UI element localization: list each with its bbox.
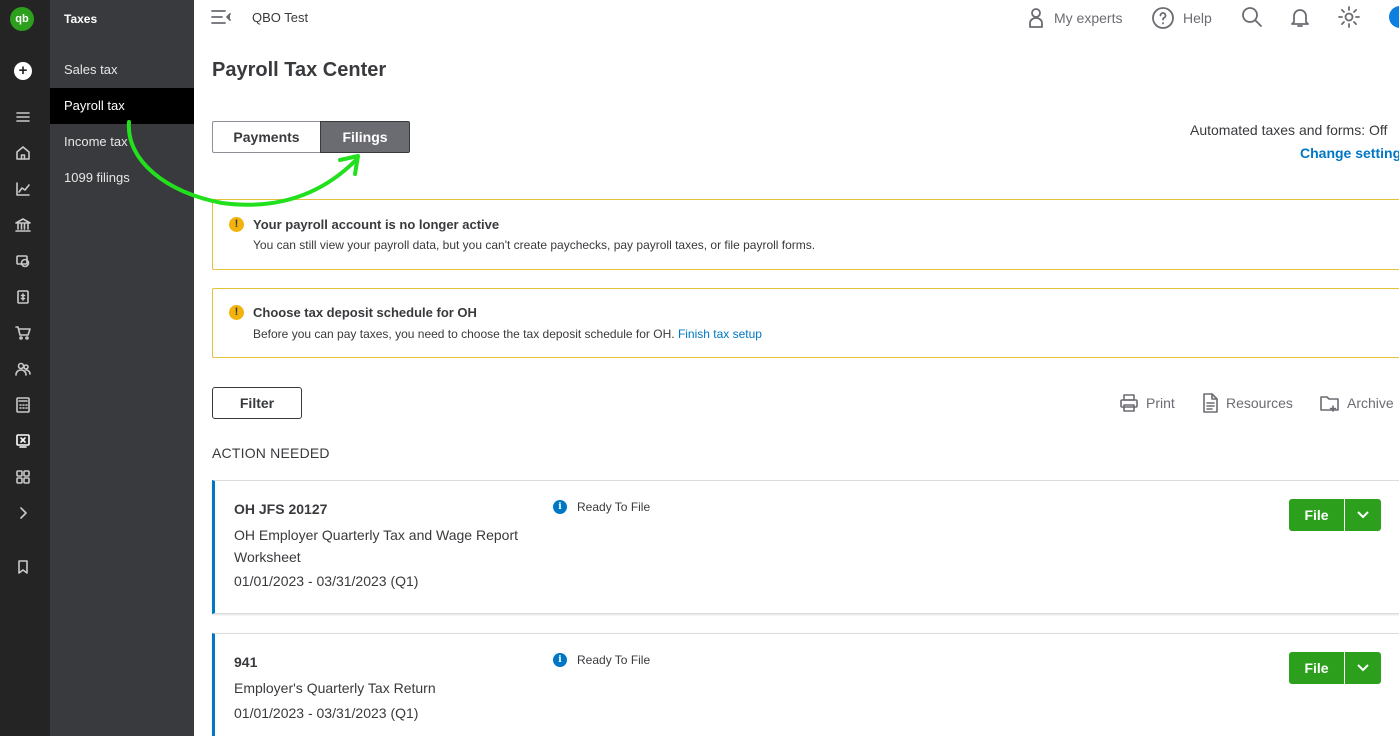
search-icon[interactable] [1240, 5, 1264, 34]
bank-icon[interactable] [13, 215, 33, 235]
people-icon[interactable] [13, 359, 33, 379]
filing-period: 01/01/2023 - 03/31/2023 (Q1) [234, 573, 419, 589]
filing-status-label: Ready To File [577, 500, 651, 514]
filing-name: OH Employer Quarterly Tax and Wage Repor… [234, 527, 519, 565]
chevron-down-icon [1357, 511, 1369, 519]
help-label: Help [1183, 10, 1212, 26]
filing-name: Employer's Quarterly Tax Return [234, 680, 436, 696]
file-button-group: File [1289, 652, 1381, 684]
subnav-item-sales-tax[interactable]: Sales tax [50, 52, 194, 88]
file-button[interactable]: File [1289, 652, 1344, 684]
collapse-menu-icon[interactable] [210, 8, 232, 31]
printer-icon [1120, 394, 1138, 412]
taxes-icon[interactable] [13, 431, 33, 451]
info-icon: i [553, 500, 567, 514]
menu-icon[interactable] [13, 107, 33, 127]
alert-body: Before you can pay taxes, you need to ch… [253, 327, 762, 341]
alert-inactive-account: ! Your payroll account is no longer acti… [212, 199, 1399, 270]
tab-group: Payments Filings [212, 121, 410, 153]
filing-code: OH JFS 20127 [234, 501, 328, 517]
help-icon [1152, 7, 1174, 29]
section-heading: ACTION NEEDED [212, 445, 330, 461]
warning-icon: ! [229, 305, 244, 320]
chevron-down-icon [1357, 664, 1369, 672]
change-setting-link[interactable]: Change setting [1300, 145, 1399, 161]
filing-card: 941 Employer's Quarterly Tax Return 01/0… [212, 633, 1399, 736]
subnav-item-1099-filings[interactable]: 1099 filings [50, 160, 194, 196]
expenses-icon[interactable] [13, 251, 33, 271]
page-title: Payroll Tax Center [212, 59, 387, 81]
filing-card: OH JFS 20127 OH Employer Quarterly Tax a… [212, 480, 1399, 614]
file-options-dropdown[interactable] [1344, 652, 1381, 684]
chevron-right-icon[interactable] [13, 503, 33, 523]
alert-deposit-schedule: ! Choose tax deposit schedule for OH Bef… [212, 288, 1399, 358]
tab-payments[interactable]: Payments [212, 121, 320, 153]
my-experts-link[interactable]: My experts [1026, 6, 1122, 30]
new-button[interactable]: + [14, 62, 32, 80]
archive-button[interactable]: Archive [1319, 392, 1394, 414]
document-icon [1203, 393, 1218, 413]
resources-label: Resources [1226, 395, 1293, 411]
filter-button[interactable]: Filter [212, 387, 302, 419]
annotation-arrow [126, 120, 360, 207]
chart-icon[interactable] [13, 179, 33, 199]
filing-status: i Ready To File [553, 653, 650, 667]
sales-icon[interactable] [13, 287, 33, 307]
bell-icon[interactable] [1288, 5, 1312, 34]
archive-label: Archive [1347, 395, 1394, 411]
bookmark-icon[interactable] [13, 557, 33, 577]
resources-button[interactable]: Resources [1200, 392, 1293, 414]
alert-heading: Choose tax deposit schedule for OH [253, 305, 477, 320]
calculator-icon[interactable] [13, 395, 33, 415]
apps-icon[interactable] [13, 467, 33, 487]
taxes-subnav: Taxes Sales tax Payroll tax Income tax 1… [50, 0, 194, 736]
folder-icon [1320, 396, 1339, 412]
print-label: Print [1146, 395, 1175, 411]
file-button-group: File [1289, 499, 1381, 531]
left-icon-rail: qb + [0, 0, 50, 736]
cart-icon[interactable] [13, 323, 33, 343]
quickbooks-logo-icon[interactable]: qb [10, 7, 34, 31]
info-icon: i [553, 653, 567, 667]
company-name: QBO Test [252, 10, 309, 25]
print-button[interactable]: Print [1118, 392, 1175, 414]
filing-status: i Ready To File [553, 500, 650, 514]
automated-taxes-status: Automated taxes and forms: Off [1190, 122, 1388, 138]
top-bar: QBO Test My experts Help [194, 0, 1399, 36]
help-link[interactable]: Help [1151, 6, 1212, 30]
file-options-dropdown[interactable] [1344, 499, 1381, 531]
filing-period: 01/01/2023 - 03/31/2023 (Q1) [234, 705, 419, 721]
subnav-item-income-tax[interactable]: Income tax [50, 124, 194, 160]
finish-tax-setup-link[interactable]: Finish tax setup [678, 327, 762, 341]
tab-filings[interactable]: Filings [320, 121, 410, 153]
alert-heading: Your payroll account is no longer active [253, 217, 500, 232]
my-experts-label: My experts [1054, 10, 1123, 26]
subnav-title: Taxes [64, 12, 98, 26]
filing-code: 941 [234, 654, 258, 670]
warning-icon: ! [229, 217, 244, 232]
expert-icon [1029, 8, 1043, 28]
alert-body: You can still view your payroll data, bu… [253, 238, 816, 252]
alert-body-text: Before you can pay taxes, you need to ch… [253, 327, 675, 341]
home-icon[interactable] [13, 143, 33, 163]
file-button[interactable]: File [1289, 499, 1344, 531]
subnav-item-payroll-tax[interactable]: Payroll tax [50, 88, 194, 124]
filing-status-label: Ready To File [577, 653, 651, 667]
gear-icon[interactable] [1337, 5, 1361, 34]
avatar[interactable] [1389, 6, 1399, 28]
